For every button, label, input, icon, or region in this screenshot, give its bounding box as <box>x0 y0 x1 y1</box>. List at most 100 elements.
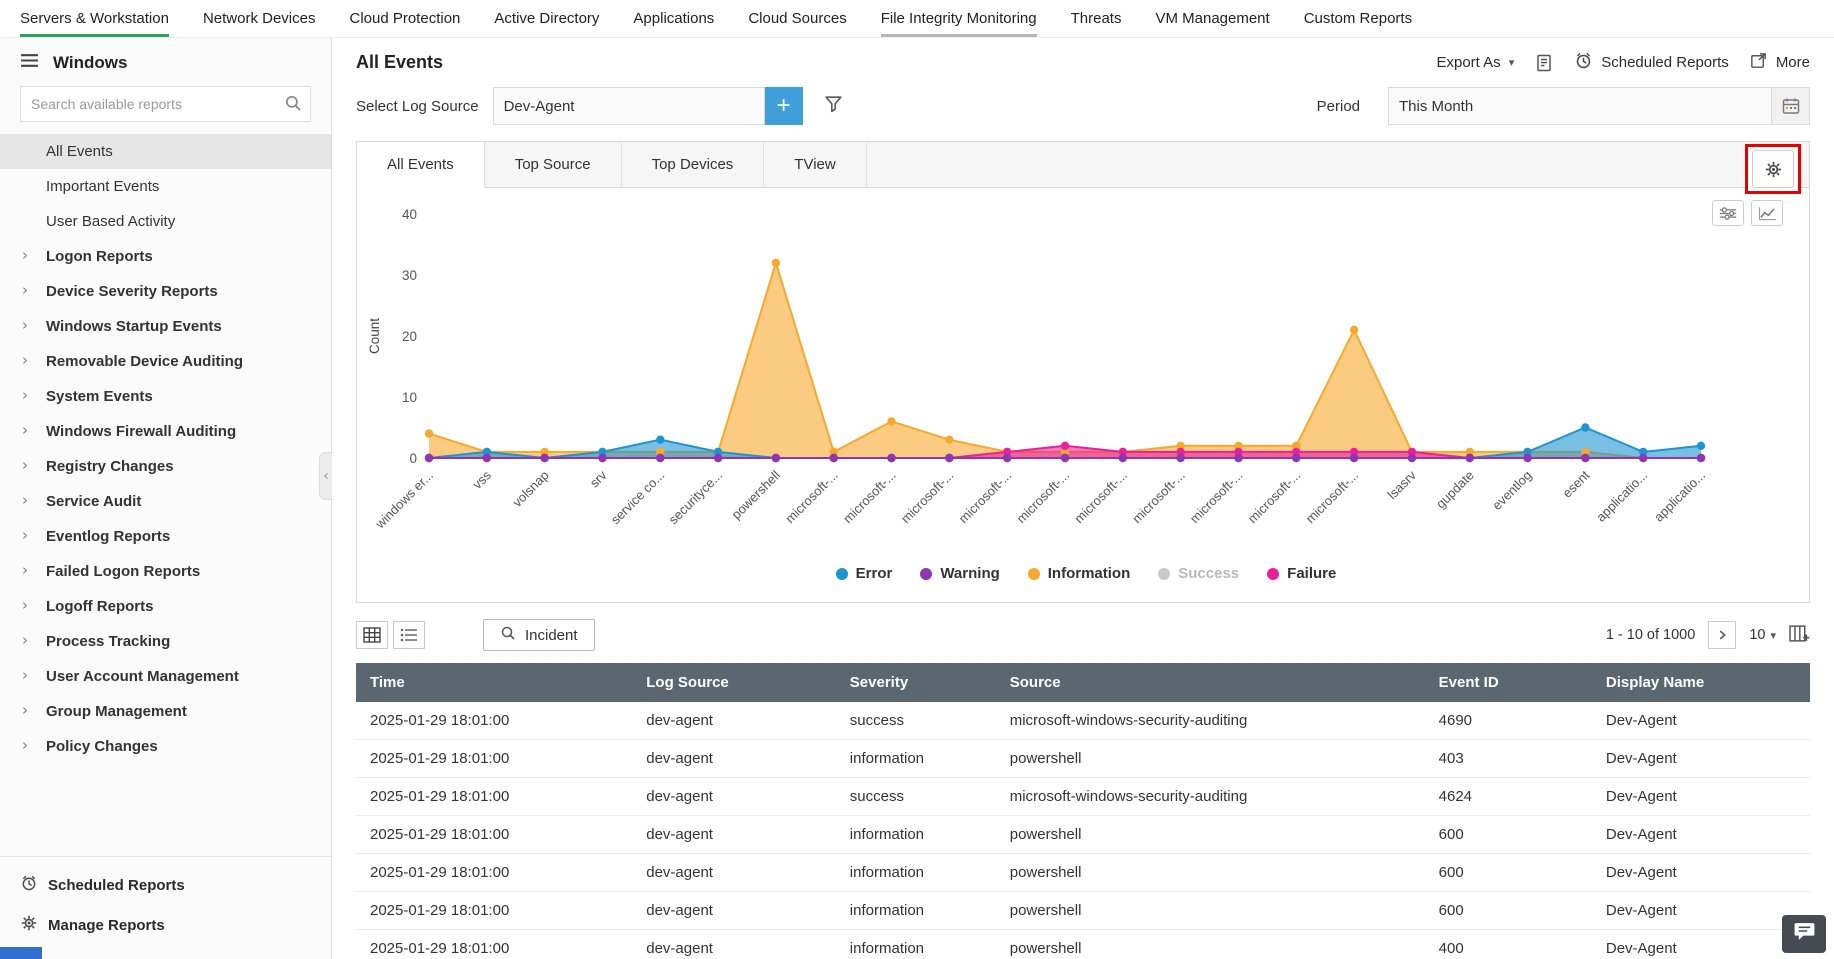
list-view-button[interactable] <box>393 621 425 649</box>
sidebar-item[interactable]: ›Registry Changes <box>0 449 331 484</box>
top-nav-item[interactable]: Network Devices <box>203 0 316 37</box>
sidebar-item[interactable]: ›Windows Firewall Auditing <box>0 414 331 449</box>
sidebar-item[interactable]: ›Eventlog Reports <box>0 519 331 554</box>
table-row[interactable]: 2025-01-29 18:01:00dev-agentinformationp… <box>356 930 1810 959</box>
svg-text:powershell: powershell <box>728 467 783 522</box>
report-tab[interactable]: All Events <box>357 142 485 187</box>
sidebar-item-label: System Events <box>46 388 153 405</box>
table-column-header[interactable]: Display Name <box>1592 663 1810 702</box>
top-nav-item[interactable]: Cloud Sources <box>748 0 846 37</box>
sidebar-item[interactable]: Important Events <box>0 169 331 204</box>
table-row[interactable]: 2025-01-29 18:01:00dev-agentsuccessmicro… <box>356 702 1810 740</box>
legend-item[interactable]: Error <box>836 565 893 582</box>
table-row[interactable]: 2025-01-29 18:01:00dev-agentinformationp… <box>356 740 1810 778</box>
legend-item[interactable]: Information <box>1028 565 1131 582</box>
top-nav-item-label: Cloud Sources <box>748 10 846 27</box>
report-tab-label: Top Devices <box>652 156 734 173</box>
table-toolbar: Incident 1 - 10 of 1000 10 ▾ <box>356 619 1810 651</box>
report-tab[interactable]: Top Source <box>485 142 622 187</box>
legend-dot <box>920 568 932 580</box>
sidebar-item[interactable]: ›Removable Device Auditing <box>0 344 331 379</box>
table-column-header[interactable]: Severity <box>836 663 996 702</box>
scheduled-reports-button[interactable]: Scheduled Reports <box>1574 51 1729 74</box>
legend-label: Error <box>856 565 893 582</box>
table-cell: information <box>836 816 996 854</box>
top-nav-item[interactable]: VM Management <box>1155 0 1269 37</box>
chat-button[interactable] <box>1782 915 1826 953</box>
table-row[interactable]: 2025-01-29 18:01:00dev-agentinformationp… <box>356 816 1810 854</box>
next-page-button[interactable] <box>1708 621 1736 649</box>
svg-text:microsoft-...: microsoft-... <box>1013 468 1072 527</box>
gear-icon <box>20 914 38 936</box>
table-row[interactable]: 2025-01-29 18:01:00dev-agentinformationp… <box>356 854 1810 892</box>
table-column-header[interactable]: Source <box>996 663 1425 702</box>
sidebar-item[interactable]: ›System Events <box>0 379 331 414</box>
sidebar-item[interactable]: ›Policy Changes <box>0 729 331 764</box>
top-nav-item[interactable]: Active Directory <box>494 0 599 37</box>
top-nav-item[interactable]: Custom Reports <box>1304 0 1412 37</box>
events-chart: 010203040Countwindows er...vssvolsnapsrv… <box>363 198 1831 558</box>
export-as-button[interactable]: Export As ▾ <box>1436 54 1514 71</box>
sidebar-item[interactable]: ›Logoff Reports <box>0 589 331 624</box>
chart-type-button[interactable] <box>1751 200 1783 226</box>
sidebar-item[interactable]: ›User Account Management <box>0 659 331 694</box>
chevron-right-icon: › <box>22 351 28 369</box>
export-report-icon[interactable] <box>1534 53 1554 73</box>
hamburger-icon[interactable] <box>20 53 39 73</box>
log-source-input[interactable] <box>493 87 765 125</box>
table-cell: 2025-01-29 18:01:00 <box>356 740 632 778</box>
sidebar-item[interactable]: ›Group Management <box>0 694 331 729</box>
table-row[interactable]: 2025-01-29 18:01:00dev-agentsuccessmicro… <box>356 778 1810 816</box>
filter-row: Select Log Source + Period <box>348 83 1818 141</box>
top-nav-item[interactable]: Threats <box>1071 0 1122 37</box>
sidebar-item[interactable]: ›Process Tracking <box>0 624 331 659</box>
table-cell: Dev-Agent <box>1592 892 1810 930</box>
table-row[interactable]: 2025-01-29 18:01:00dev-agentinformationp… <box>356 892 1810 930</box>
top-nav-item-label: Custom Reports <box>1304 10 1412 27</box>
legend-label: Success <box>1178 565 1239 582</box>
column-settings-button[interactable] <box>1789 625 1810 645</box>
more-button[interactable]: More <box>1749 51 1810 74</box>
page-size-select[interactable]: 10 ▾ <box>1749 627 1776 643</box>
sidebar-collapse-handle[interactable]: ‹ <box>319 452 332 500</box>
chevron-right-icon: › <box>22 246 28 264</box>
sidebar-item[interactable]: ›Failed Logon Reports <box>0 554 331 589</box>
sidebar-item[interactable]: ›Device Severity Reports <box>0 274 331 309</box>
sidebar-item[interactable]: ›Windows Startup Events <box>0 309 331 344</box>
search-input[interactable] <box>20 86 311 122</box>
sidebar-footer-item[interactable]: Manage Reports <box>0 905 331 945</box>
sidebar-footer-label: Manage Reports <box>48 917 165 934</box>
sidebar-item[interactable]: All Events <box>0 134 331 169</box>
table-cell: 600 <box>1425 816 1592 854</box>
report-tab[interactable]: TView <box>764 142 866 187</box>
table-column-header[interactable]: Time <box>356 663 632 702</box>
table-cell: 2025-01-29 18:01:00 <box>356 778 632 816</box>
legend-item[interactable]: Success <box>1158 565 1239 582</box>
sidebar-item[interactable]: ›Service Audit <box>0 484 331 519</box>
settings-gear-button[interactable] <box>1752 150 1794 188</box>
top-nav-item[interactable]: Applications <box>633 0 714 37</box>
table-cell: 400 <box>1425 930 1592 959</box>
legend-item[interactable]: Warning <box>920 565 999 582</box>
sidebar-header: Windows <box>0 38 331 82</box>
sidebar-item[interactable]: ›Logon Reports <box>0 239 331 274</box>
sidebar-footer-item[interactable]: Scheduled Reports <box>0 865 331 905</box>
top-nav-item[interactable]: Servers & Workstation <box>20 0 169 37</box>
grid-view-button[interactable] <box>356 621 388 649</box>
add-log-source-button[interactable]: + <box>765 87 803 125</box>
top-nav-item[interactable]: File Integrity Monitoring <box>881 0 1037 37</box>
incident-button[interactable]: Incident <box>483 619 595 651</box>
filter-funnel-button[interactable] <box>823 94 844 118</box>
svg-text:0: 0 <box>409 451 417 466</box>
table-column-header[interactable]: Event ID <box>1425 663 1592 702</box>
period-input[interactable] <box>1388 87 1810 125</box>
bottom-left-accent <box>0 947 42 959</box>
report-tab[interactable]: Top Devices <box>622 142 765 187</box>
table-column-header[interactable]: Log Source <box>632 663 836 702</box>
sidebar-item[interactable]: User Based Activity <box>0 204 331 239</box>
chart-settings-button[interactable] <box>1712 200 1744 226</box>
legend-item[interactable]: Failure <box>1267 565 1336 582</box>
search-icon[interactable] <box>284 94 302 117</box>
top-nav-item[interactable]: Cloud Protection <box>349 0 460 37</box>
calendar-button[interactable] <box>1771 88 1809 124</box>
